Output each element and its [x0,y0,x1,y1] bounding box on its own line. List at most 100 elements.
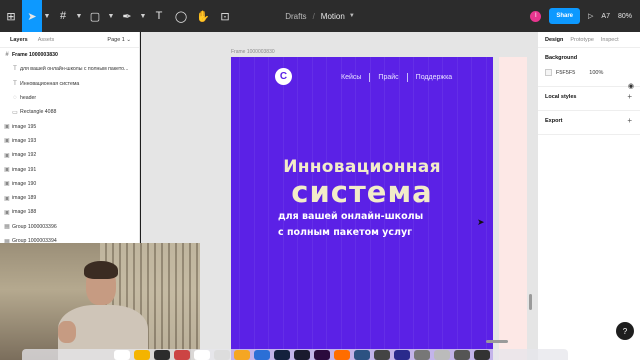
shape-tool-icon[interactable]: ▢ [84,0,106,32]
layer-type-icon: ▣ [4,124,10,131]
breadcrumb-separator: / [312,11,315,21]
layer-name: Group 1000003396 [12,223,57,230]
chevron-down-icon[interactable]: ▼ [74,13,84,20]
main-menu-icon[interactable]: ⊞ [0,0,22,32]
file-name[interactable]: Motion [321,12,345,21]
share-button[interactable]: Share [549,8,581,24]
layer-row[interactable]: Tдля вашей онлайн-школы с полным пакето.… [0,62,139,76]
move-tool-icon[interactable]: ➤ [22,0,42,32]
dock-app-icon[interactable] [134,349,150,360]
background-fill-row[interactable]: F5F5F5 100% [545,61,633,86]
macos-dock [22,349,568,360]
layer-row[interactable]: ▣ image 189 [0,191,139,205]
color-swatch[interactable] [545,69,552,76]
dock-app-icon[interactable] [214,349,230,360]
layer-row[interactable]: ◌ header [0,91,139,105]
hand-tool-icon[interactable]: ✋ [192,0,214,32]
presenter-hand [58,321,76,343]
layer-list: # Frame 1000003830 Tдля вашей онлайн-школы… [0,48,139,248]
subheadline-line-2[interactable]: с полным пакетом услуг [278,227,412,238]
layer-row[interactable]: # Frame 1000003830 [0,48,139,62]
tab-layers[interactable]: Layers [10,37,28,43]
dock-app-icon[interactable] [434,349,450,360]
layer-type-icon: T [13,80,17,87]
dock-app-icon[interactable] [254,349,270,360]
dock-app-icon[interactable] [154,349,170,360]
nav-item-cases[interactable]: Кейсы [341,74,361,81]
dock-app-icon[interactable] [374,349,390,360]
layer-row[interactable]: ▣ image 191 [0,162,139,176]
avatar[interactable]: I [530,10,542,22]
dock-app-icon[interactable] [114,349,130,360]
chevron-down-icon[interactable]: ▼ [349,13,355,19]
adjacent-frame[interactable] [499,57,527,360]
dock-app-icon[interactable] [394,349,410,360]
dock-app-icon[interactable] [234,349,250,360]
dock-app-icon[interactable] [454,349,470,360]
headline-line-1[interactable]: Инновационная [231,157,493,177]
background-opacity[interactable]: 100% [589,70,603,76]
layer-name: Инновационная система [20,80,80,87]
layer-row[interactable]: ▣ image 195 [0,119,139,133]
nav-item-price[interactable]: Прайс [378,74,398,81]
toolbar-right: I Share ▷ A7 80% [530,0,640,32]
layer-row[interactable]: T Инновационная система [0,77,139,91]
chevron-down-icon[interactable]: ▼ [138,13,148,20]
webcam-overlay [0,243,200,360]
layer-row[interactable]: ▣ image 188 [0,205,139,219]
layer-name: image 189 [12,195,37,202]
dock-app-icon[interactable] [414,349,430,360]
layer-type-icon: ◌ [13,95,17,102]
tab-design[interactable]: Design [545,37,563,43]
resources-icon[interactable]: ⊡ [214,0,236,32]
export-section: Export + [538,111,640,135]
dock-app-icon[interactable] [274,349,290,360]
nav-item-support[interactable]: Поддержка [416,74,453,81]
tab-inspect[interactable]: Inspect [601,37,619,43]
background-title: Background [545,55,578,61]
dock-app-icon[interactable] [354,349,370,360]
comment-tool-icon[interactable]: ◯ [170,0,192,32]
dock-app-icon[interactable] [474,349,490,360]
add-style-icon[interactable]: + [627,92,632,101]
chevron-down-icon[interactable]: ▼ [42,13,52,20]
presenter-hair [84,261,118,279]
dock-app-icon[interactable] [294,349,310,360]
layer-name: Frame 1000003830 [12,52,58,59]
dock-app-icon[interactable] [334,349,350,360]
accessibility-label[interactable]: A7 [601,13,610,20]
layer-row[interactable]: ▣ image 193 [0,134,139,148]
layer-type-icon: ▭ [12,109,18,116]
play-icon[interactable]: ▷ [588,12,593,20]
tab-prototype[interactable]: Prototype [570,37,594,43]
layer-row[interactable]: ▭ Rectangle 4088 [0,105,139,119]
layer-name: для вашей онлайн-школы с полным пакето..… [20,66,129,73]
dock-app-icon[interactable] [174,349,190,360]
tab-assets[interactable]: Assets [38,37,55,43]
dock-app-icon[interactable] [194,349,210,360]
pen-tool-icon[interactable]: ✒ [116,0,138,32]
layer-row[interactable]: ▣ image 192 [0,148,139,162]
project-name[interactable]: Drafts [285,12,306,21]
frame-label[interactable]: Frame 1000003830 [231,49,275,55]
layer-row[interactable]: ▦ Group 1000003396 [0,220,139,234]
horizontal-scrollbar[interactable] [486,340,508,343]
subheadline-line-1[interactable]: для вашей онлайн-школы [278,211,423,222]
layer-row[interactable]: ▣ image 190 [0,177,139,191]
nav-divider [369,73,371,82]
frame-tool-icon[interactable]: # [52,0,74,32]
design-frame[interactable]: C Кейсы Прайс Поддержка Инновационная си… [231,57,493,360]
background-hex[interactable]: F5F5F5 [556,70,575,76]
chevron-down-icon[interactable]: ▼ [106,13,116,20]
zoom-level[interactable]: 80% [618,13,632,20]
page-selector[interactable]: Page 1 ⌄ [107,37,131,43]
add-export-icon[interactable]: + [627,116,632,125]
layer-type-icon: ▣ [4,195,10,202]
vertical-scrollbar[interactable] [529,294,532,310]
text-tool-icon[interactable]: T [148,0,170,32]
help-button[interactable]: ? [616,322,634,340]
headline-line-2[interactable]: система [231,175,493,209]
brand-logo: C [275,68,292,85]
dock-app-icon[interactable] [314,349,330,360]
canvas[interactable]: Frame 1000003830 C Кейсы Прайс Поддержка… [141,32,537,360]
